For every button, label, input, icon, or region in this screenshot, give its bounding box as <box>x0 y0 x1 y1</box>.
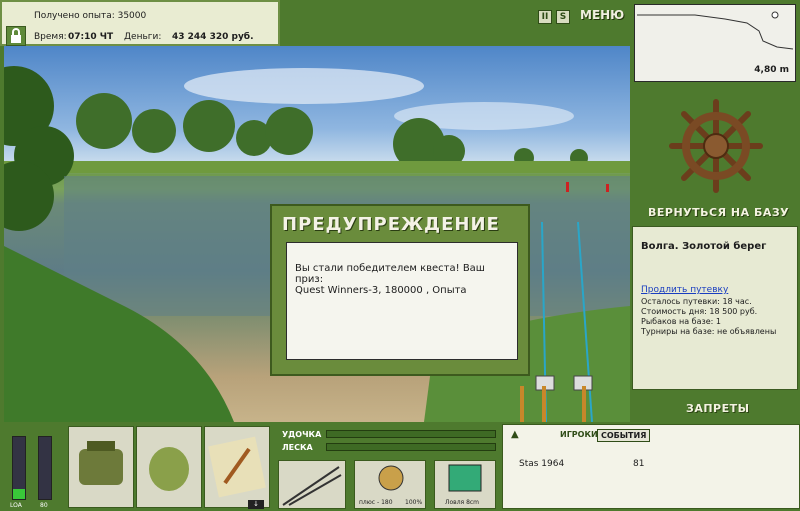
return-to-base-button[interactable]: ВЕРНУТЬСЯ НА БАЗУ <box>648 206 789 219</box>
rod-bar <box>326 430 496 438</box>
energy-meter <box>12 436 26 500</box>
arrow-up-icon[interactable]: ▲ <box>511 429 521 440</box>
fishers-text: Рыбаков на базе: 1 <box>641 317 721 326</box>
cost-text: Стоимость дня: 18 500 руб. <box>641 307 758 316</box>
status-panel: Получено опыта: 35000 Время: 07:10 ЧТ Де… <box>0 0 280 46</box>
line-bar <box>326 443 496 451</box>
location-title: Волга. Золотой берег <box>641 241 767 252</box>
time-label: Время: <box>34 32 67 42</box>
keepnet-icon <box>149 447 189 491</box>
reel-slot[interactable]: плюс - 180 100% <box>354 460 426 509</box>
dialog-message-line2: Quest Winners-3, 180000 , Опыта <box>295 285 467 296</box>
events-panel: ▲ ИГРОКИ СОБЫТИЯ Stas 1964 81 <box>502 424 800 509</box>
scroll-button[interactable]: ↓ <box>248 500 264 509</box>
event-player-name: Stas 1964 <box>519 459 565 469</box>
warning-dialog: ПРЕДУПРЕЖДЕНИЕ Вы стали победителем квес… <box>270 204 530 376</box>
map-icon <box>208 436 266 498</box>
bag-icon <box>79 441 123 485</box>
tab-players[interactable]: ИГРОКИ <box>557 429 601 440</box>
meter2-label: 80 <box>40 502 48 509</box>
remaining-text: Осталось путевки: 18 час. <box>641 297 752 306</box>
experience-text: Получено опыта: 35000 <box>34 11 147 21</box>
time-value: 07:10 ЧТ <box>68 32 114 42</box>
load-meter <box>38 436 52 500</box>
rod-slot[interactable] <box>278 460 346 509</box>
meter1-label: LOA <box>10 502 22 509</box>
net-slot[interactable] <box>136 426 202 508</box>
pause-button[interactable]: II <box>538 10 552 24</box>
bait-label: Ловля 8cm <box>445 499 480 506</box>
rod-icon <box>282 466 342 506</box>
reel-label: плюс - 180 <box>359 499 393 506</box>
dialog-body: Вы стали победителем квеста! Ваш приз: Q… <box>286 242 518 360</box>
line-label: ЛЕСКА <box>282 443 313 452</box>
ship-wheel-icon[interactable] <box>668 98 764 194</box>
bag-slot[interactable] <box>68 426 134 508</box>
lock-icon[interactable] <box>6 26 26 46</box>
tab-events[interactable]: СОБЫТИЯ <box>597 429 651 442</box>
dialog-message-line1: Вы стали победителем квеста! Ваш приз: <box>295 263 485 285</box>
event-value: 81 <box>633 459 645 469</box>
money-label: Деньги: <box>124 32 162 42</box>
tournaments-text: Турниры на базе: не объявлены <box>641 327 777 336</box>
reel-percent: 100% <box>405 499 423 506</box>
depth-value: 4,80 m <box>754 65 789 75</box>
sound-button[interactable]: S <box>556 10 570 24</box>
map-slot[interactable] <box>204 426 270 508</box>
bait-box-icon <box>448 464 482 492</box>
dialog-title: ПРЕДУПРЕЖДЕНИЕ <box>282 214 500 235</box>
bans-button[interactable]: ЗАПРЕТЫ <box>686 402 750 415</box>
bait-slot[interactable]: Ловля 8cm <box>434 460 496 509</box>
extend-pass-link[interactable]: Продлить путевку <box>641 285 728 295</box>
money-value: 43 244 320 руб. <box>172 32 254 42</box>
top-bar: II S МЕНЮ <box>280 0 630 46</box>
menu-button[interactable]: МЕНЮ <box>580 8 624 22</box>
reel-icon <box>378 465 404 491</box>
depth-graph: 4,80 m <box>634 4 796 82</box>
rod-label: УДОЧКА <box>282 430 322 439</box>
location-info-panel: Волга. Золотой берег Продлить путевку Ос… <box>632 226 798 390</box>
